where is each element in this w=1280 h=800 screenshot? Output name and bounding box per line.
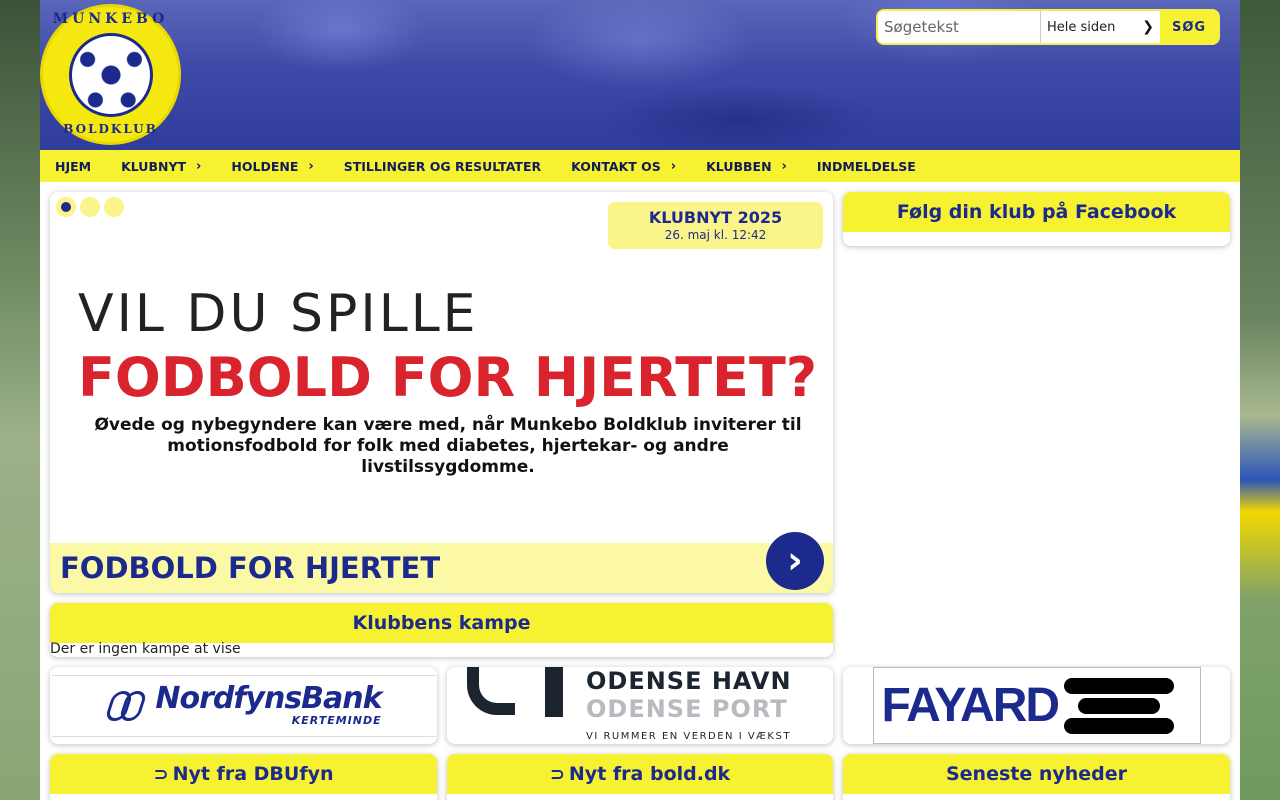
search-button[interactable]: SØG [1160,11,1218,43]
nav-item-klubnyt[interactable]: KLUBNYT › [121,159,201,174]
rss-icon: ⊃ [153,764,169,785]
latest-news-title: Seneste nyheder [843,754,1230,794]
slider-dot-2[interactable] [80,197,100,217]
facebook-widget: Følg din klub på Facebook [843,192,1230,246]
nav-item-hjem[interactable]: HJEM [55,159,91,174]
search-input[interactable] [878,11,1040,43]
logo-bottom-text: BOLDKLUB [63,122,158,136]
rss-icon: ⊃ [549,764,565,785]
chevron-right-icon: › [196,158,202,174]
search-scope-value: Hele siden [1047,19,1116,35]
news-category-badge: KLUBNYT 2025 26. maj kl. 12:42 [608,202,823,249]
sponsor-fayard[interactable]: FAYARD [843,667,1230,744]
bolddk-feed-label: Nyt fra bold.dk [568,763,731,785]
football-icon [69,33,153,117]
nav-item-holdene[interactable]: HOLDENE › [231,159,313,174]
slide-image-line3: Øvede og nybegyndere kan være med, når M… [94,415,802,477]
dbufyn-feed-title: ⊃ Nyt fra DBUfyn [50,754,437,794]
header-banner: MUNKEBO BOLDKLUB Hele siden ❯ SØG [40,0,1240,150]
news-category: KLUBNYT 2025 [648,208,783,227]
nordfyns-bank-icon [104,689,153,723]
slider-dot-1[interactable] [56,197,76,217]
matches-empty-text: Der er ingen kampe at vise [50,641,241,657]
nordfyns-bank-logo: NordfynsBank KERTEMINDE [51,674,436,737]
logo-top-text: MUNKEBO [52,11,169,27]
sponsor-nordfyns-bank[interactable]: NordfynsBank KERTEMINDE [50,667,437,744]
chevron-right-icon: › [670,158,677,174]
main-nav: HJEM KLUBNYT › HOLDENE › STILLINGER OG RES… [40,150,1240,182]
nav-item-label: INDMELDELSE [816,158,916,174]
slide-image-line1: VIL DU SPILLE [78,284,479,344]
slider-dot-3[interactable] [104,197,124,217]
matches-widget-title: Klubbens kampe [50,603,833,643]
search-scope-select[interactable]: Hele siden ❯ [1040,11,1160,43]
chevron-right-icon: › [308,158,314,174]
odense-havn-logo: ODENSE HAVN ODENSE PORT VI RUMMER EN VER… [447,667,833,744]
sponsor-odense-havn[interactable]: ODENSE HAVN ODENSE PORT VI RUMMER EN VER… [447,667,833,744]
nav-item-label: HOLDENE [231,158,299,174]
slider-dots [56,197,128,217]
nav-item-label: STILLINGER OG RESULTATER [343,158,542,174]
nav-item-kontakt[interactable]: KONTAKT OS › [571,159,676,174]
fayard-symbol-icon [1064,674,1175,738]
nav-item-label: KLUBNYT [121,158,187,174]
background-photo-right [1240,0,1280,800]
odense-havn-line2: ODENSE PORT [586,695,788,723]
news-slider: KLUBNYT 2025 26. maj kl. 12:42 VIL DU SP… [50,192,833,593]
fayard-name: FAYARD [881,679,1061,732]
news-date: 26. maj kl. 12:42 [664,228,767,242]
nav-item-stillinger[interactable]: STILLINGER OG RESULTATER [344,159,541,174]
dbufyn-feed: ⊃ Nyt fra DBUfyn [50,754,437,800]
odense-havn-line1: ODENSE HAVN [586,667,792,695]
nordfyns-bank-name: NordfynsBank [155,681,382,716]
site-container: MUNKEBO BOLDKLUB Hele siden ❯ SØG HJEM K… [40,0,1240,800]
chevron-down-icon: ❯ [1142,19,1154,35]
nav-item-label: KLUBBEN [706,158,772,174]
background-photo-left [0,0,40,800]
bolddk-feed-title: ⊃ Nyt fra bold.dk [447,754,833,794]
fayard-logo: FAYARD [872,667,1201,744]
bolddk-feed: ⊃ Nyt fra bold.dk [447,754,833,800]
facebook-widget-title: Følg din klub på Facebook [843,192,1230,232]
slide-image-line2: FODBOLD FOR HJERTET? [78,346,818,409]
search-bar: Hele siden ❯ SØG [876,9,1220,45]
club-logo[interactable]: MUNKEBO BOLDKLUB [40,4,181,145]
dbufyn-feed-label: Nyt fra DBUfyn [172,763,334,785]
nav-item-klubben[interactable]: KLUBBEN › [706,159,787,174]
slide-title: FODBOLD FOR HJERTET [60,551,441,585]
chevron-right-icon: › [781,158,787,174]
latest-news-widget: Seneste nyheder [843,754,1230,800]
slide-image[interactable]: VIL DU SPILLE FODBOLD FOR HJERTET? Øvede… [78,284,818,478]
nav-item-indmeldelse[interactable]: INDMELDELSE [817,159,916,174]
nav-item-label: HJEM [55,158,92,174]
odense-havn-tagline: VI RUMMER EN VERDEN I VÆKST [586,731,791,742]
nav-item-label: KONTAKT OS [571,158,661,174]
slide-caption[interactable]: FODBOLD FOR HJERTET [50,543,833,593]
slider-next-button[interactable]: › [766,532,824,590]
chevron-right-icon: › [787,538,803,582]
odense-havn-mark-icon [467,667,563,717]
